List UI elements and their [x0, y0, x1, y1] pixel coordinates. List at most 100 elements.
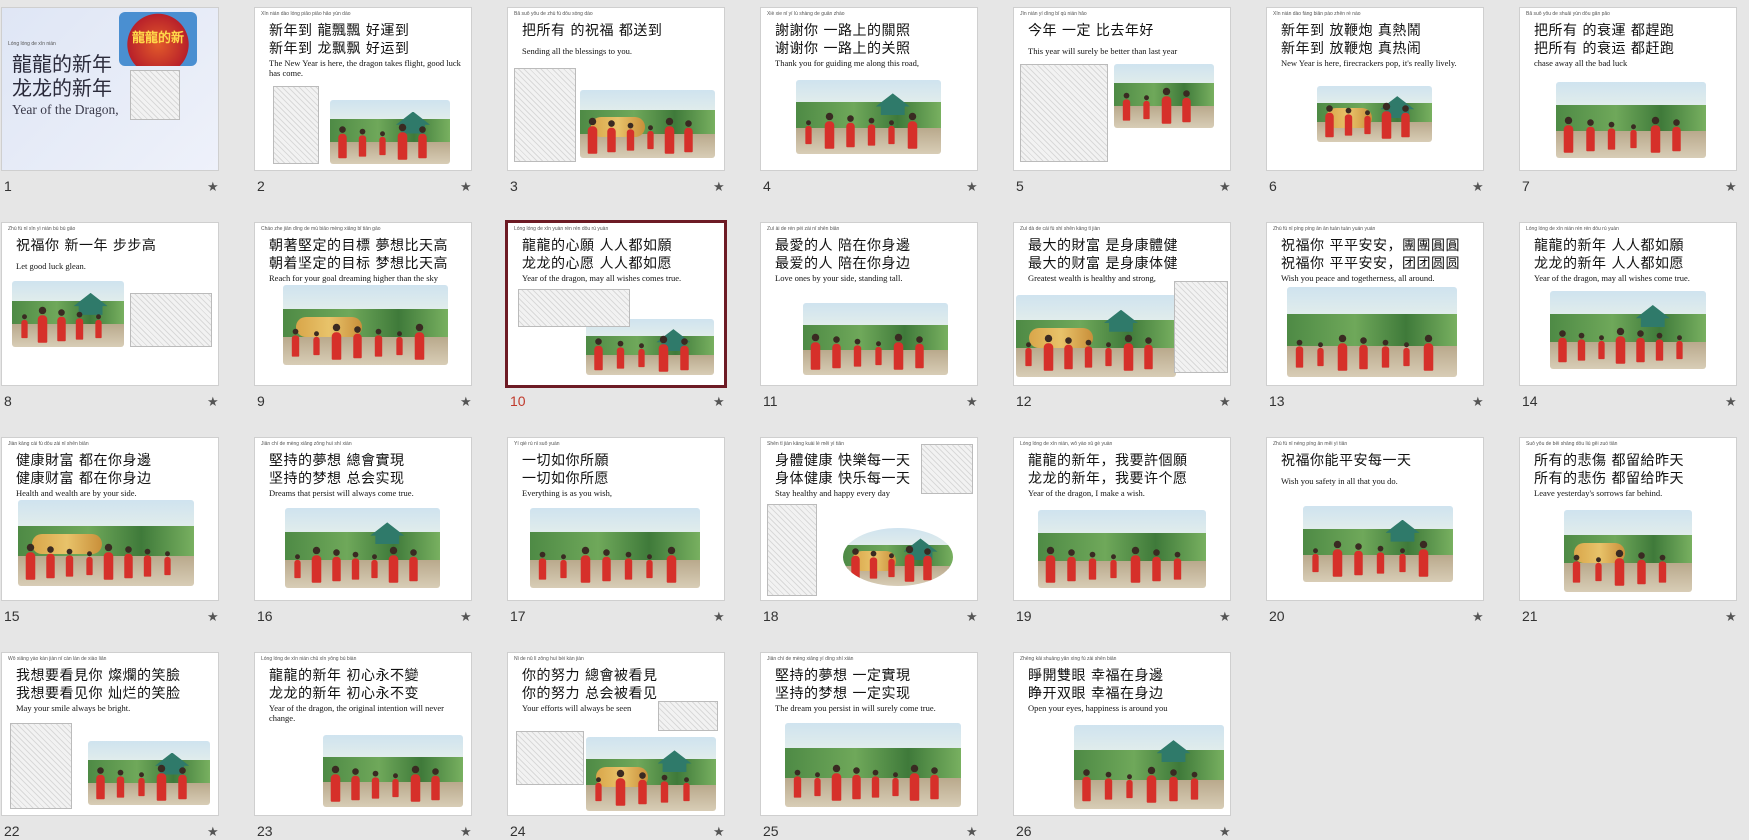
slide-pinyin: Cháo zhe jiān dìng de mù biāo mèng xiǎng…: [261, 226, 381, 232]
slide-lyric-simplified: 新年到 龙飘飘 好运到: [269, 41, 410, 57]
transition-star-icon[interactable]: ★: [1219, 180, 1231, 195]
slide-number: 20: [1269, 608, 1285, 624]
slide-lyric-traditional: 睜開雙眼 幸福在身邊: [1028, 668, 1164, 684]
transition-star-icon[interactable]: ★: [207, 825, 219, 840]
transition-star-icon[interactable]: ★: [1725, 180, 1737, 195]
slide-thumbnail-17[interactable]: Yí qiè rú nǐ suǒ yuàn 一切如你所願 一切如你所愿 Everyth…: [508, 438, 724, 600]
transition-star-icon[interactable]: ★: [207, 180, 219, 195]
transition-star-icon[interactable]: ★: [460, 180, 472, 195]
slide-thumbnail-7[interactable]: Bǎ suǒ yǒu de shuāi yùn dōu gǎn pǎo 把所有 的…: [1520, 8, 1736, 170]
slide-lyric-traditional: 健康財富 都在你身邊: [16, 453, 152, 469]
slide-thumbnail-14[interactable]: Lóng lóng de xīn nián rén rén dōu rú yuà…: [1520, 223, 1736, 385]
transition-star-icon[interactable]: ★: [1219, 395, 1231, 410]
transition-star-icon[interactable]: ★: [966, 610, 978, 625]
slide-thumbnail-12[interactable]: Zuì dà de cái fù shì shēn kāng tǐ jiàn 最大…: [1014, 223, 1230, 385]
slide-lyric-simplified: 我想要看见你 灿烂的笑脸: [16, 686, 181, 702]
transition-star-icon[interactable]: ★: [966, 825, 978, 840]
slide-photo: [1564, 510, 1692, 592]
transition-star-icon[interactable]: ★: [1219, 825, 1231, 840]
transition-star-icon[interactable]: ★: [966, 180, 978, 195]
slide-illustration: [658, 701, 718, 731]
slide-number: 16: [257, 608, 273, 624]
transition-star-icon[interactable]: ★: [460, 395, 472, 410]
slide-lyric-english: Health and wealth are by your side.: [16, 488, 137, 498]
slide-number: 2: [257, 178, 265, 194]
transition-star-icon[interactable]: ★: [1472, 610, 1484, 625]
slide-pinyin: Xīn nián dào fàng biān pào zhēn rè nào: [1273, 11, 1361, 17]
slide-lyric-traditional: 龍龍的新年 初心永不變: [269, 668, 419, 684]
transition-star-icon[interactable]: ★: [1472, 180, 1484, 195]
slide-lyric-english: The New Year is here, the dragon takes f…: [269, 58, 461, 78]
slide-lyric-traditional: 最大的財富 是身康體健: [1028, 238, 1178, 254]
transition-star-icon[interactable]: ★: [1219, 610, 1231, 625]
slide-thumbnail-2[interactable]: Xīn nián dào lóng piāo piāo hǎo yùn dào 新…: [255, 8, 471, 170]
slide-thumbnail-18[interactable]: Shēn tǐ jiàn kāng kuài lè měi yì tiān 身體健…: [761, 438, 977, 600]
transition-star-icon[interactable]: ★: [1472, 395, 1484, 410]
slide-thumbnail-16[interactable]: Jiān chí de mèng xiǎng zǒng huì shí xiàn…: [255, 438, 471, 600]
transition-star-icon[interactable]: ★: [460, 610, 472, 625]
slide-thumbnail-25[interactable]: Jiān chí de mèng xiǎng yí dìng shí xiàn 堅…: [761, 653, 977, 815]
slide-thumbnail-23[interactable]: Lóng lóng de xīn nián chū xīn yǒng bú bi…: [255, 653, 471, 815]
slide-lyric-traditional: 新年到 放鞭炮 真熱鬧: [1281, 23, 1422, 39]
slide-thumbnail-6[interactable]: Xīn nián dào fàng biān pào zhēn rè nào 新年…: [1267, 8, 1483, 170]
slide-thumbnail-5[interactable]: Jīn nián yí dìng bǐ qù nián hǎo 今年 一定 比去年…: [1014, 8, 1230, 170]
slide-number: 12: [1016, 393, 1032, 409]
slide-thumbnail-26[interactable]: Zhēng kāi shuāng yǎn xìng fú zài shēn bi…: [1014, 653, 1230, 815]
slide-photo: [1074, 725, 1224, 809]
slide-number: 13: [1269, 393, 1285, 409]
slide-thumbnail-20[interactable]: Zhù fú nǐ néng píng ān měi yì tiān 祝福你能平安…: [1267, 438, 1483, 600]
slide-title-simplified: 龙龙的新年: [12, 76, 112, 100]
slide-thumbnail-22[interactable]: Wǒ xiǎng yào kàn jiàn nǐ càn làn de xiào…: [2, 653, 218, 815]
slide-thumbnail-21[interactable]: Suǒ yǒu de bēi shāng dōu liú gěi zuó tiā…: [1520, 438, 1736, 600]
slide-thumbnail-15[interactable]: Jiàn kāng cái fù dōu zài nǐ shēn biān 健康財…: [2, 438, 218, 600]
slide-thumbnail-3[interactable]: Bǎ suǒ yǒu de zhù fú dōu sòng dào 把所有 的祝福…: [508, 8, 724, 170]
slide-illustration: [516, 731, 584, 785]
slide-lyric-english: Thank you for guiding me along this road…: [775, 58, 920, 68]
slide-pinyin: Bǎ suǒ yǒu de shuāi yùn dōu gǎn pǎo: [1526, 11, 1610, 17]
slide-photo: [580, 90, 715, 158]
slide-lyric-english: Let good luck glean.: [16, 261, 86, 271]
transition-star-icon[interactable]: ★: [1725, 610, 1737, 625]
slide-lyric-english: May your smile always be bright.: [16, 703, 131, 713]
slide-lyric-traditional: 所有的悲傷 都留給昨天: [1534, 453, 1684, 469]
slide-thumbnail-8[interactable]: Zhù fú nǐ xīn yì nián bù bù gāo 祝福你 新一年 步…: [2, 223, 218, 385]
transition-star-icon[interactable]: ★: [713, 825, 725, 840]
slide-illustration: [10, 723, 72, 809]
slide-photo: [88, 741, 210, 805]
slide-number: 26: [1016, 823, 1032, 839]
transition-star-icon[interactable]: ★: [207, 610, 219, 625]
slide-lyric-simplified: 最爱的人 陪在你身边: [775, 256, 911, 272]
slide-photo: [1556, 82, 1706, 158]
slide-number: 23: [257, 823, 273, 839]
transition-star-icon[interactable]: ★: [207, 395, 219, 410]
slide-number: 7: [1522, 178, 1530, 194]
slide-pinyin: Zhù fú nǐ píng píng ān ān tuán tuán yuán…: [1273, 226, 1376, 232]
slide-pinyin: Zuì ài de rén péi zài nǐ shēn biān: [767, 226, 840, 232]
slide-thumbnail-13[interactable]: Zhù fú nǐ píng píng ān ān tuán tuán yuán…: [1267, 223, 1483, 385]
slide-photo: [785, 723, 961, 807]
slide-sorter-grid: 龍龍的新 Lóng lóng de xīn nián 龍龍的新年 龙龙的新年 Year …: [0, 0, 1749, 840]
transition-star-icon[interactable]: ★: [460, 825, 472, 840]
slide-thumbnail-19[interactable]: Lóng lóng de xīn nián, wǒ yào xǔ gè yuàn…: [1014, 438, 1230, 600]
transition-star-icon[interactable]: ★: [1725, 395, 1737, 410]
slide-thumbnail-10[interactable]: Lóng lóng de xīn yuàn rén rén dōu rú yuà…: [508, 223, 724, 385]
slide-illustration: [130, 293, 212, 347]
slide-lyric-english: Wish you safety in all that you do.: [1281, 476, 1398, 486]
slide-illustration: [1020, 64, 1108, 162]
slide-lyric-english: The dream you persist in will surely com…: [775, 703, 936, 713]
slide-lyric-english: Love ones by your side, standing tall.: [775, 273, 903, 283]
slide-thumbnail-4[interactable]: Xiè xie nǐ yí lù shàng de guān zhào 謝謝你 一…: [761, 8, 977, 170]
slide-thumbnail-24[interactable]: Nǐ de nǔ lì zǒng huì bèi kàn jiàn 你的努力 總會…: [508, 653, 724, 815]
slide-lyric-english: Year of the dragon, may all wishes comes…: [522, 273, 682, 283]
slide-lyric-traditional: 祝福你能平安每一天: [1281, 453, 1412, 469]
slide-thumbnail-11[interactable]: Zuì ài de rén péi zài nǐ shēn biān 最愛的人 陪…: [761, 223, 977, 385]
transition-star-icon[interactable]: ★: [713, 395, 725, 410]
slide-lyric-traditional: 新年到 龍飄飄 好運到: [269, 23, 410, 39]
slide-lyric-traditional: 堅持的夢想 一定實現: [775, 668, 911, 684]
slide-thumbnail-9[interactable]: Cháo zhe jiān dìng de mù biāo mèng xiǎng…: [255, 223, 471, 385]
transition-star-icon[interactable]: ★: [713, 180, 725, 195]
slide-pinyin: Zhēng kāi shuāng yǎn xìng fú zài shēn bi…: [1020, 656, 1117, 662]
transition-star-icon[interactable]: ★: [713, 610, 725, 625]
transition-star-icon[interactable]: ★: [966, 395, 978, 410]
slide-thumbnail-1[interactable]: 龍龍的新 Lóng lóng de xīn nián 龍龍的新年 龙龙的新年 Year …: [2, 8, 218, 170]
